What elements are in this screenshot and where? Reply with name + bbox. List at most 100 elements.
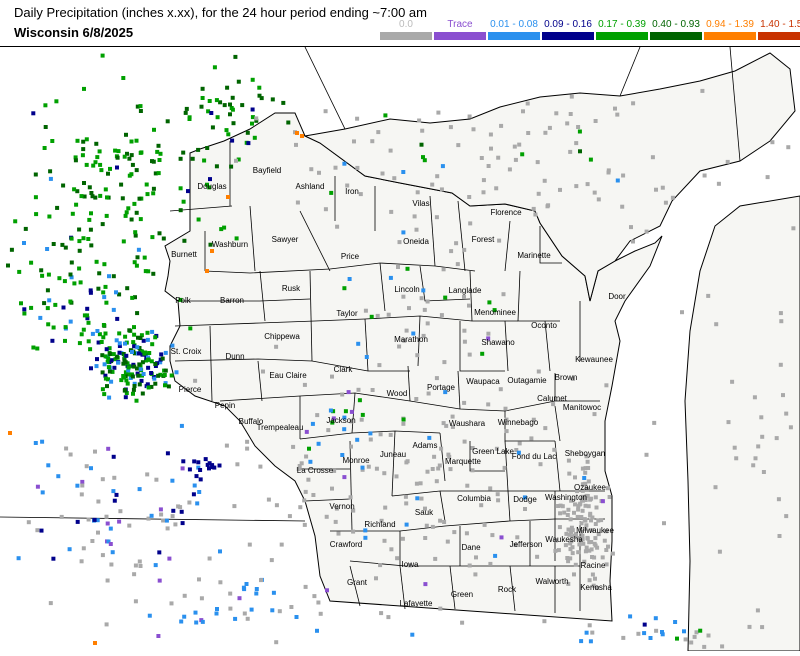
station-marker: [97, 271, 102, 276]
station-marker: [574, 184, 579, 189]
station-marker: [59, 514, 64, 519]
county-label: Lincoln: [394, 285, 419, 294]
station-marker: [129, 217, 134, 222]
station-marker: [29, 305, 34, 310]
station-marker: [349, 409, 354, 414]
station-marker: [279, 542, 284, 547]
station-marker: [100, 387, 105, 392]
station-marker: [132, 332, 137, 337]
station-marker: [107, 395, 112, 400]
station-marker: [583, 503, 588, 508]
station-marker: [73, 158, 78, 163]
station-marker: [133, 599, 138, 604]
station-marker: [467, 352, 472, 357]
station-marker: [235, 462, 240, 467]
station-marker: [590, 630, 595, 635]
station-marker: [504, 429, 509, 434]
station-marker: [129, 139, 134, 144]
station-marker: [568, 527, 573, 532]
station-marker: [455, 262, 460, 267]
station-marker: [163, 383, 167, 388]
station-marker: [134, 398, 139, 403]
station-marker: [389, 547, 394, 552]
station-marker: [401, 294, 406, 299]
station-marker: [706, 633, 711, 638]
station-marker: [388, 275, 393, 280]
station-marker: [68, 272, 73, 277]
county-label: Columbia: [457, 494, 491, 503]
county-label: La Crosse: [297, 466, 334, 475]
station-marker: [105, 195, 109, 200]
station-marker: [178, 505, 183, 510]
station-marker: [106, 171, 110, 176]
station-marker: [38, 315, 43, 320]
station-marker: [145, 330, 150, 335]
station-marker: [77, 341, 82, 346]
station-marker: [104, 514, 109, 519]
station-marker: [126, 206, 131, 211]
county-label: Oconto: [531, 321, 557, 330]
station-marker: [600, 499, 605, 504]
legend-swatch: [542, 32, 594, 40]
station-marker: [352, 139, 356, 144]
station-marker: [115, 316, 120, 321]
station-marker: [588, 511, 593, 516]
station-marker: [111, 489, 116, 494]
station-marker: [433, 556, 438, 561]
station-marker: [342, 475, 347, 480]
station-marker: [98, 162, 103, 167]
station-marker: [72, 187, 77, 192]
station-marker: [309, 167, 314, 172]
station-marker: [156, 143, 161, 148]
station-marker: [82, 86, 86, 91]
station-marker: [286, 120, 291, 125]
county-label: Marquette: [445, 457, 482, 466]
station-marker: [180, 521, 185, 526]
station-marker: [182, 593, 187, 598]
station-marker: [777, 534, 782, 538]
station-marker: [123, 341, 127, 346]
station-marker: [22, 307, 27, 312]
station-marker: [370, 388, 375, 392]
station-marker: [179, 619, 184, 624]
station-marker: [234, 158, 238, 163]
station-marker: [329, 190, 334, 195]
station-marker: [441, 421, 446, 426]
station-marker: [761, 470, 766, 474]
station-marker: [535, 554, 540, 559]
station-marker: [554, 111, 559, 116]
station-marker: [139, 378, 144, 383]
legend-item-3: 0.09 - 0.16: [542, 19, 594, 40]
station-marker: [452, 530, 457, 535]
station-marker: [188, 326, 193, 331]
station-marker: [199, 104, 204, 109]
station-marker: [31, 111, 36, 116]
station-marker: [141, 372, 146, 376]
station-marker: [414, 397, 419, 401]
legend-swatch: [650, 32, 702, 40]
precipitation-map[interactable]: Douglas Bayfield Ashland Iron Vilas Florence B…: [0, 46, 800, 652]
station-marker: [450, 414, 455, 419]
station-marker: [573, 502, 577, 507]
station-marker: [316, 600, 321, 605]
station-marker: [499, 123, 504, 128]
station-marker: [462, 400, 467, 405]
station-marker: [579, 639, 584, 644]
station-marker: [760, 625, 765, 630]
station-marker: [78, 280, 83, 285]
station-marker: [648, 636, 653, 640]
station-marker: [136, 247, 141, 252]
station-marker: [437, 463, 442, 468]
station-marker: [300, 134, 304, 138]
county-label: Washburn: [212, 240, 248, 249]
station-marker: [449, 249, 454, 254]
station-marker: [376, 130, 381, 135]
station-marker: [315, 628, 319, 633]
station-marker: [17, 269, 22, 274]
station-marker: [254, 116, 259, 121]
station-marker: [568, 149, 573, 154]
station-marker: [702, 644, 707, 649]
station-marker: [55, 205, 60, 210]
station-marker: [325, 588, 329, 593]
station-marker: [593, 119, 598, 123]
